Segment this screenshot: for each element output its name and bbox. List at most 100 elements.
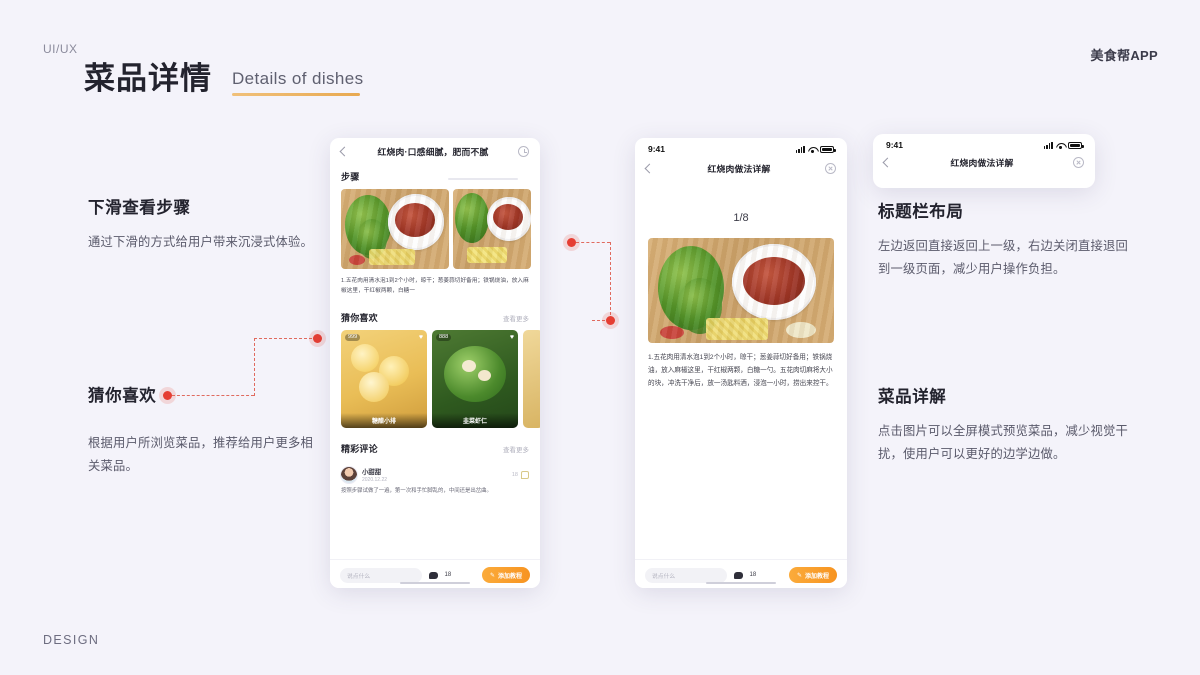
status-icons xyxy=(795,145,836,153)
signal-icon xyxy=(1043,141,1053,149)
heart-icon[interactable]: ♥ xyxy=(510,334,514,341)
footer-label: DESIGN xyxy=(43,633,100,647)
plus-icon: ✎ xyxy=(796,572,802,579)
clock-history-icon[interactable] xyxy=(518,146,529,157)
card-badge: 888 xyxy=(436,333,452,341)
phone-detail-screen: 红烧肉·口感细腻，肥而不腻 步骤 1.五花肉用清水泡1到2个小时，晾干；葱姜蒜切… xyxy=(330,138,540,588)
annotation-body: 左边返回直接返回上一级，右边关闭直接退回到一级页面，减少用户操作负担。 xyxy=(878,239,1128,276)
wifi-icon xyxy=(1056,142,1065,149)
connector-dot xyxy=(602,312,619,329)
comments-more-link[interactable]: 查看更多 xyxy=(503,444,529,454)
comment-date: 2020.12.22 xyxy=(362,477,388,484)
fullscreen-step-description: 1.五花肉用清水泡1到2个小时，晾干；葱姜蒜切好备用；铁锅烧油，放入麻椒这里，干… xyxy=(648,354,833,387)
comment-like-group[interactable]: 18 xyxy=(511,470,529,479)
add-recipe-label: 添加教程 xyxy=(804,573,829,580)
comment-count: 18 xyxy=(444,572,452,578)
annotation-title: 标题栏布局 xyxy=(878,203,964,221)
recommend-card[interactable]: 888 ♥ 韭菜虾仁 xyxy=(432,329,518,428)
annotation-title: 下滑查看步骤 xyxy=(88,199,191,217)
card-label: 韭菜虾仁 xyxy=(432,412,518,428)
connector-line xyxy=(610,242,611,320)
step-image-strip[interactable] xyxy=(330,189,540,269)
recommend-card-list[interactable]: 999 ♥ 糖醋小排 888 ♥ 韭菜虾仁 xyxy=(330,329,540,428)
status-time: 9:41 xyxy=(648,144,666,154)
signal-icon xyxy=(795,145,805,153)
step-photo[interactable] xyxy=(341,189,449,269)
annotation-body: 点击图片可以全屏模式预览菜品，减少视觉干扰，使用户可以更好的边学边做。 xyxy=(878,424,1128,461)
comment-input[interactable]: 说点什么 xyxy=(340,567,422,583)
annotation-guess-you-like: 猜你喜欢 根据用户所浏览菜品，推荐给用户更多相关菜品。 xyxy=(88,382,320,477)
connector-dot xyxy=(563,234,580,251)
battery-icon xyxy=(820,145,836,153)
comment-input[interactable]: 说点什么 xyxy=(645,567,727,583)
status-bar: 9:41 xyxy=(635,138,847,155)
recommend-card[interactable] xyxy=(523,329,540,428)
close-circle-icon[interactable] xyxy=(1073,157,1084,168)
comment-body: 按照步骤试做了一遍，第一次和手忙脚乱的，中间还是出岔曲。 xyxy=(341,488,492,495)
comment-meta: 小甜甜 2020.12.22 xyxy=(362,467,507,484)
detail-navbar: 红烧肉·口感细腻，肥而不腻 xyxy=(330,138,540,167)
add-recipe-button[interactable]: ✎ 添加教程 xyxy=(481,567,530,583)
recommend-section-header: 猜你喜欢 查看更多 xyxy=(330,297,540,330)
fullscreen-navbar: 红烧肉做法详解 xyxy=(635,155,847,184)
status-bar: 9:41 xyxy=(873,134,1095,151)
steps-section-header: 步骤 xyxy=(330,167,540,189)
connector-line xyxy=(172,395,254,396)
brand-label: 美食帮APP xyxy=(1090,48,1158,63)
wifi-icon xyxy=(808,146,817,153)
inset-nav-title: 红烧肉做法详解 xyxy=(950,158,1014,168)
plus-icon: ✎ xyxy=(489,572,495,579)
step-description: 1.五花肉用清水泡1到2个小时，晾干；葱姜蒜切好备用；铁锅烧油，放入麻椒这里，干… xyxy=(341,278,529,295)
connector-line xyxy=(254,338,255,396)
scroll-progress-rule[interactable] xyxy=(448,178,518,180)
page-indicator: 1/8 xyxy=(733,212,749,224)
status-time: 9:41 xyxy=(886,140,904,150)
card-badge: 999 xyxy=(345,333,361,341)
comment-author: 小甜甜 xyxy=(362,468,382,476)
fullscreen-photo[interactable] xyxy=(648,238,834,343)
status-icons xyxy=(1043,141,1084,149)
comment-like-count: 18 xyxy=(511,471,518,478)
kicker-label: UI/UX xyxy=(43,42,78,56)
inset-navbar: 红烧肉做法详解 xyxy=(873,151,1095,178)
annotation-title-bar-layout: 标题栏布局 左边返回直接返回上一级，右边关闭直接退回到一级页面，减少用户操作负担… xyxy=(878,198,1140,280)
step-photo[interactable] xyxy=(453,189,531,269)
comment-item: 小甜甜 2020.12.22 18 xyxy=(330,461,540,484)
page-title-en-wrap: Details of dishes xyxy=(232,69,364,97)
page-title-en: Details of dishes xyxy=(232,69,364,89)
comment-bubble-icon[interactable] xyxy=(734,571,743,579)
thumbs-up-icon[interactable] xyxy=(521,470,529,479)
home-indicator xyxy=(400,581,470,584)
annotation-body: 通过下滑的方式给用户带来沉浸式体验。 xyxy=(88,235,313,249)
slide-canvas: UI/UX 美食帮APP 菜品详情 Details of dishes DESI… xyxy=(0,0,1200,675)
connector-line xyxy=(254,338,317,339)
heart-icon[interactable]: ♥ xyxy=(419,334,423,341)
detail-bottom-bar: 说点什么 18 ✎ 添加教程 xyxy=(330,559,540,588)
avatar[interactable] xyxy=(341,466,357,483)
comment-bubble-icon[interactable] xyxy=(429,571,438,579)
recommend-card[interactable]: 999 ♥ 糖醋小排 xyxy=(341,329,427,428)
annotation-title: 猜你喜欢 xyxy=(88,387,157,405)
comments-section-title: 精彩评论 xyxy=(341,443,378,454)
add-recipe-label: 添加教程 xyxy=(497,573,522,580)
phone-navbar-inset: 9:41 红烧肉做法详解 xyxy=(873,134,1095,188)
detail-nav-title: 红烧肉·口感细腻，肥而不腻 xyxy=(377,147,489,157)
page-title-cn: 菜品详情 xyxy=(84,61,212,96)
recommend-section-title: 猜你喜欢 xyxy=(341,312,378,323)
close-circle-icon[interactable] xyxy=(825,163,836,174)
comments-section-header: 精彩评论 查看更多 xyxy=(330,428,540,461)
fullscreen-bottom-bar: 说点什么 18 ✎ 添加教程 xyxy=(635,559,847,588)
fullscreen-nav-title: 红烧肉做法详解 xyxy=(707,164,771,174)
connector-dot xyxy=(309,330,326,347)
recommend-more-link[interactable]: 查看更多 xyxy=(503,313,529,323)
connector-line xyxy=(576,242,610,243)
home-indicator xyxy=(706,581,776,584)
phone-fullscreen-screen: 9:41 红烧肉做法详解 1/8 1.五花肉用清水泡1到2个小时，晾干；葱姜蒜切… xyxy=(635,138,847,588)
connector-dot xyxy=(159,387,176,404)
add-recipe-button[interactable]: ✎ 添加教程 xyxy=(788,567,837,583)
battery-icon xyxy=(1068,141,1084,149)
comment-count: 18 xyxy=(749,572,757,578)
fullscreen-photo-wrap[interactable] xyxy=(635,238,847,343)
title-underline xyxy=(232,93,360,97)
page-title: 菜品详情 Details of dishes xyxy=(84,61,364,97)
